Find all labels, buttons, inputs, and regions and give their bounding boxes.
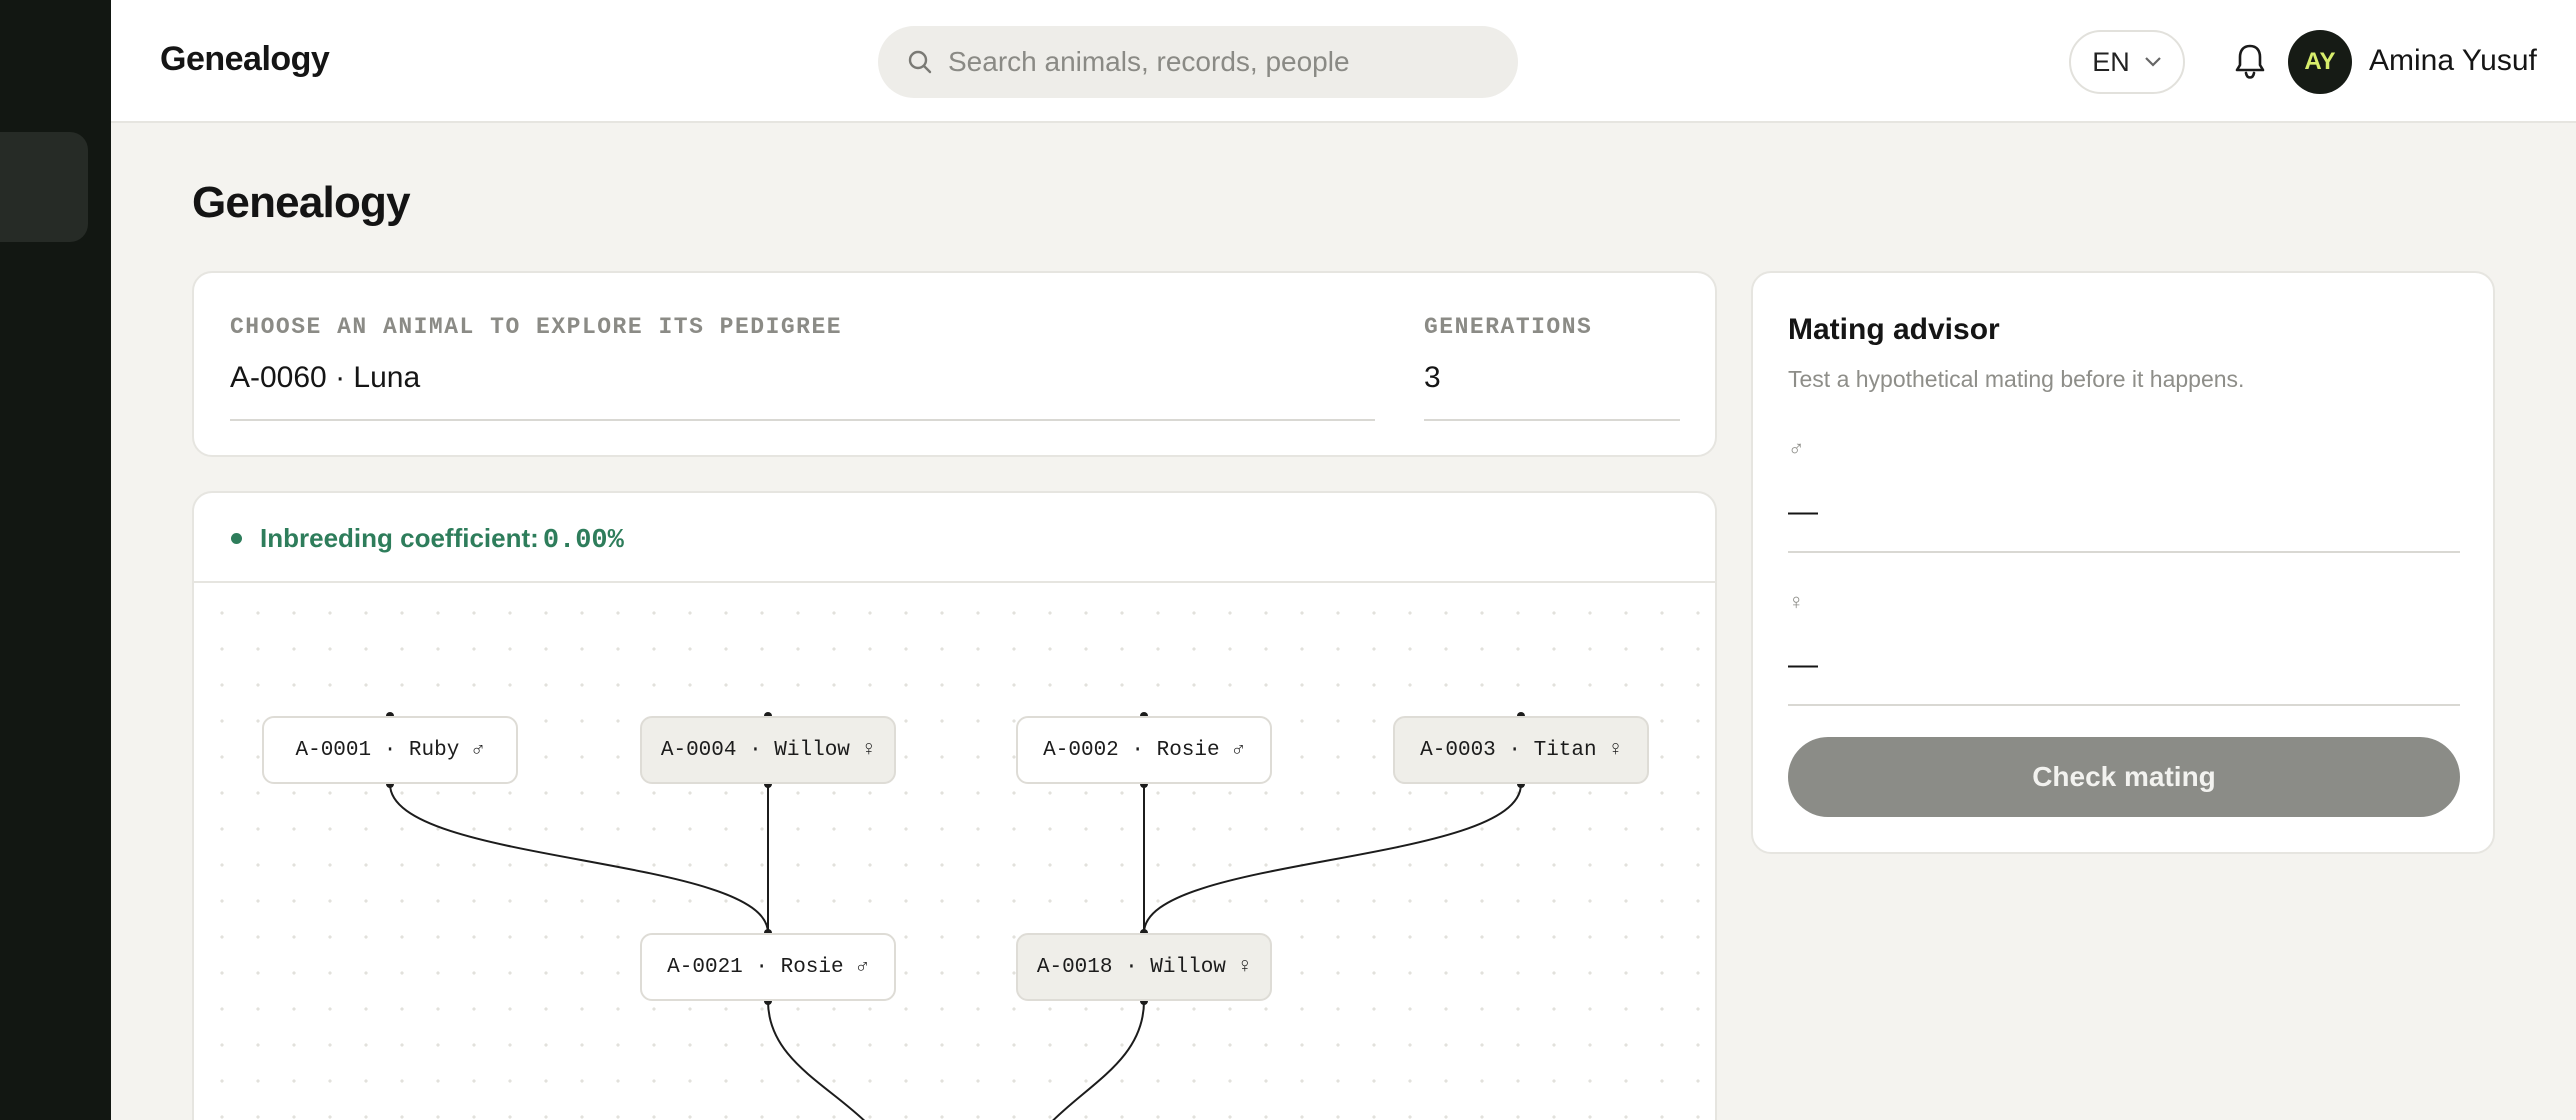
language-select[interactable]: EN bbox=[2069, 30, 2185, 94]
search-box[interactable] bbox=[878, 26, 1518, 98]
pedigree-node[interactable]: A-0001 · Ruby ♂ bbox=[262, 716, 518, 784]
male-select-underline bbox=[1788, 551, 2460, 553]
mating-advisor-title: Mating advisor bbox=[1788, 313, 2000, 346]
edge-a0021-child bbox=[767, 1000, 865, 1120]
animal-select-underline bbox=[230, 419, 1375, 421]
search-input[interactable] bbox=[948, 26, 1488, 98]
chevron-down-icon bbox=[2144, 57, 2161, 67]
avatar[interactable]: AY bbox=[2288, 30, 2352, 94]
sidebar-item-genealogy[interactable] bbox=[0, 132, 88, 242]
pedigree-node[interactable]: A-0004 · Willow ♀ bbox=[640, 716, 896, 784]
pedigree-node[interactable]: A-0002 · Rosie ♂ bbox=[1016, 716, 1272, 784]
pedigree-node[interactable]: A-0003 · Titan ♀ bbox=[1393, 716, 1649, 784]
edge-a0003-a0018 bbox=[1143, 783, 1522, 934]
pedigree-edges bbox=[386, 712, 1525, 1120]
app-title: Genealogy bbox=[160, 40, 330, 78]
user-name[interactable]: Amina Yusuf bbox=[2369, 44, 2537, 78]
coefficient-label: Inbreeding coefficient: bbox=[260, 523, 539, 553]
edge-a0018-child bbox=[1052, 1000, 1145, 1120]
generations-input[interactable]: 3 bbox=[1424, 361, 1441, 395]
sidebar bbox=[0, 0, 111, 1120]
pedigree-card: Inbreeding coefficient: 0.00% A-0001 · Ru… bbox=[192, 491, 1717, 1120]
inbreeding-coefficient: Inbreeding coefficient: 0.00% bbox=[260, 523, 624, 556]
check-mating-button[interactable]: Check mating bbox=[1788, 737, 2460, 817]
bell-icon[interactable] bbox=[2233, 42, 2267, 80]
pedigree-node[interactable]: A-0021 · Rosie ♂ bbox=[640, 933, 896, 1001]
pedigree-selector-card: CHOOSE AN ANIMAL TO EXPLORE ITS PEDIGREE… bbox=[192, 271, 1717, 457]
generations-label: GENERATIONS bbox=[1424, 314, 1593, 340]
mating-advisor-subtitle: Test a hypothetical mating before it hap… bbox=[1788, 366, 2245, 392]
animal-select[interactable]: A-0060 · Luna bbox=[230, 361, 420, 395]
female-select-underline bbox=[1788, 704, 2460, 706]
pedigree-node[interactable]: A-0018 · Willow ♀ bbox=[1016, 933, 1272, 1001]
top-bar: Genealogy EN AY Amina Yusuf bbox=[111, 0, 2576, 123]
inbreeding-coefficient-bar: Inbreeding coefficient: 0.00% bbox=[194, 493, 1715, 583]
generations-underline bbox=[1424, 419, 1680, 421]
male-select[interactable]: — bbox=[1788, 495, 1818, 529]
pedigree-tree: A-0001 · Ruby ♂ A-0004 · Willow ♀ A-0002… bbox=[194, 585, 1715, 1120]
language-value: EN bbox=[2092, 46, 2130, 77]
mating-advisor-card: Mating advisor Test a hypothetical matin… bbox=[1751, 271, 2495, 854]
search-icon bbox=[908, 50, 932, 74]
edge-a0001-a0021 bbox=[389, 783, 769, 934]
coefficient-value: 0.00% bbox=[542, 526, 624, 556]
female-label: ♀ bbox=[1788, 589, 1805, 614]
female-select[interactable]: — bbox=[1788, 648, 1818, 682]
page-title: Genealogy bbox=[192, 178, 411, 227]
male-label: ♂ bbox=[1788, 436, 1805, 461]
status-dot bbox=[231, 533, 242, 544]
animal-select-label: CHOOSE AN ANIMAL TO EXPLORE ITS PEDIGREE bbox=[230, 314, 843, 340]
